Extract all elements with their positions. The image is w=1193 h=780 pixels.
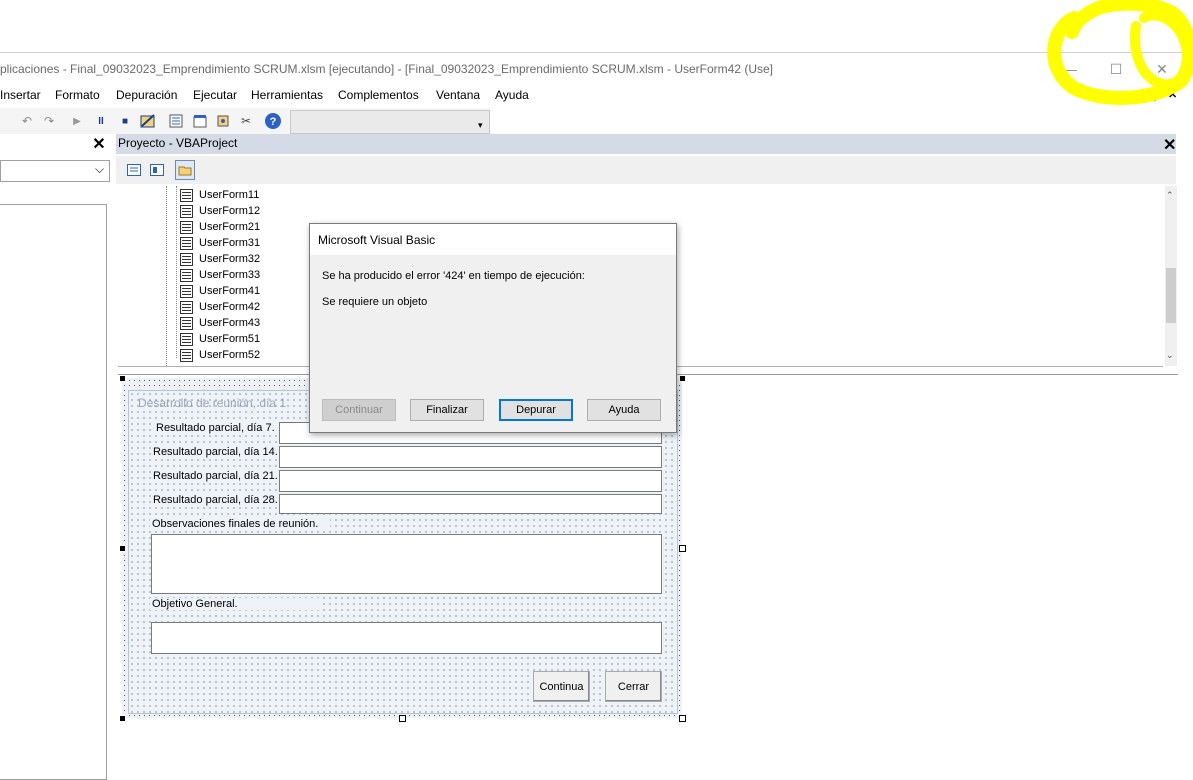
left-panel-list[interactable] — [0, 204, 107, 780]
form-icon — [180, 300, 193, 314]
form-icon — [180, 204, 193, 218]
scroll-up-icon[interactable]: ⌃ — [1166, 190, 1174, 201]
tree-item[interactable]: UserForm21 — [180, 219, 260, 235]
view-object-icon[interactable] — [147, 160, 167, 180]
design-mode-icon[interactable] — [139, 112, 157, 130]
form-icon — [180, 316, 193, 330]
resize-handle[interactable] — [119, 545, 126, 552]
view-code-icon[interactable] — [124, 160, 144, 180]
form-icon — [180, 252, 193, 266]
resize-handle[interactable] — [399, 715, 406, 722]
project-panel-header — [116, 134, 1176, 154]
toolbar-overflow-arrow-icon[interactable]: ▾ — [478, 120, 483, 131]
form-icon — [180, 188, 193, 202]
dialog-error-description: Se requiere un objeto — [322, 296, 428, 308]
properties-icon[interactable] — [191, 112, 209, 130]
highlight-annotation — [1047, 0, 1193, 105]
textbox-objetivo[interactable] — [151, 622, 662, 654]
redo-icon[interactable]: ↷ — [40, 112, 58, 130]
userform-caption: Desarrollo de reunión, día 1 — [138, 396, 287, 410]
depurar-button[interactable]: Depurar — [499, 399, 573, 421]
project-panel-close-button[interactable]: ✕ — [1163, 135, 1176, 155]
resize-handle[interactable] — [119, 715, 126, 722]
tree-item[interactable]: UserForm12 — [180, 203, 260, 219]
scroll-down-icon[interactable]: ⌄ — [1166, 350, 1174, 361]
chevron-down-icon: ⌵ — [95, 162, 105, 176]
textbox-dia-21[interactable] — [279, 470, 662, 492]
label-dia-21: Resultado parcial, día 21. — [151, 470, 280, 482]
resize-handle[interactable] — [119, 375, 126, 382]
menu-insertar[interactable]: Insertar — [0, 88, 41, 102]
form-icon — [180, 236, 193, 250]
tree-item[interactable]: UserForm43 — [180, 315, 260, 331]
window-title: plicaciones - Final_09032023_Emprendimie… — [0, 62, 773, 76]
label-observaciones: Observaciones finales de reunión. — [150, 518, 331, 530]
title-bar: plicaciones - Final_09032023_Emprendimie… — [0, 52, 1193, 85]
help-icon[interactable]: ? — [264, 112, 282, 130]
ayuda-button[interactable]: Ayuda — [587, 399, 661, 421]
textbox-observaciones[interactable] — [151, 534, 662, 594]
tree-item[interactable]: UserForm52 — [180, 347, 260, 363]
menu-ayuda[interactable]: Ayuda — [495, 88, 529, 102]
resize-handle[interactable] — [679, 715, 686, 722]
menu-formato[interactable]: Formato — [55, 88, 100, 102]
form-icon — [180, 348, 193, 362]
undo-icon[interactable]: ↶ — [18, 112, 36, 130]
error-dialog: Microsoft Visual Basic Se ha producido e… — [309, 223, 677, 433]
toolbox-icon[interactable]: ✂ — [237, 112, 255, 130]
project-toolbar — [116, 156, 1176, 184]
stop-icon[interactable]: ■ — [116, 112, 134, 130]
menu-ventana[interactable]: Ventana — [436, 88, 480, 102]
tree-item[interactable]: UserForm33 — [180, 267, 260, 283]
cerrar-button[interactable]: Cerrar — [605, 671, 662, 702]
menu-depuracion[interactable]: Depuración — [116, 88, 177, 102]
toolbar-overflow[interactable] — [290, 110, 490, 134]
left-panel-close-button[interactable]: ✕ — [90, 136, 108, 154]
project-panel-title: Proyecto - VBAProject — [118, 136, 238, 150]
continuar-button: Continuar — [322, 399, 396, 421]
form-icon — [180, 332, 193, 346]
menu-herramientas[interactable]: Herramientas — [251, 88, 323, 102]
dialog-error-message: Se ha producido el error '424' en tiempo… — [322, 270, 585, 282]
tree-item-selected[interactable]: UserForm42 — [180, 299, 260, 315]
object-combo[interactable]: ⌵ — [0, 160, 110, 182]
tree-item[interactable]: UserForm51 — [180, 331, 260, 347]
continua-button[interactable]: Continua — [533, 671, 590, 702]
tree-item[interactable]: UserForm11 — [180, 187, 259, 203]
svg-text:?: ? — [270, 116, 277, 128]
pause-icon[interactable]: II — [92, 112, 110, 130]
form-icon — [180, 268, 193, 282]
object-browser-icon[interactable] — [214, 112, 232, 130]
menu-complementos[interactable]: Complementos — [338, 88, 419, 102]
textbox-dia-28[interactable] — [279, 494, 662, 514]
tree-item[interactable]: UserForm32 — [180, 251, 260, 267]
label-dia-7: Resultado parcial, día 7. — [154, 422, 277, 434]
menu-bar: Insertar Formato Depuración Ejecutar Her… — [0, 84, 1193, 108]
form-icon — [180, 284, 193, 298]
finalizar-button[interactable]: Finalizar — [410, 399, 484, 421]
project-explorer-icon[interactable] — [167, 112, 185, 130]
tree-item[interactable]: UserForm41 — [180, 283, 260, 299]
resize-handle[interactable] — [679, 545, 686, 552]
label-dia-28: Resultado parcial, día 28. — [151, 494, 280, 506]
menu-ejecutar[interactable]: Ejecutar — [193, 88, 237, 102]
dialog-title: Microsoft Visual Basic — [318, 233, 436, 247]
resize-handle[interactable] — [679, 375, 686, 382]
textbox-dia-14[interactable] — [279, 446, 662, 468]
label-objetivo: Objetivo General. — [150, 598, 322, 610]
form-icon — [180, 220, 193, 234]
run-icon[interactable]: ▶ — [68, 112, 86, 130]
tree-item[interactable]: UserForm31 — [180, 235, 260, 251]
tree-scroll-thumb[interactable] — [1166, 268, 1176, 323]
label-dia-14: Resultado parcial, día 14. — [151, 446, 280, 458]
toggle-folders-icon[interactable] — [175, 160, 195, 180]
